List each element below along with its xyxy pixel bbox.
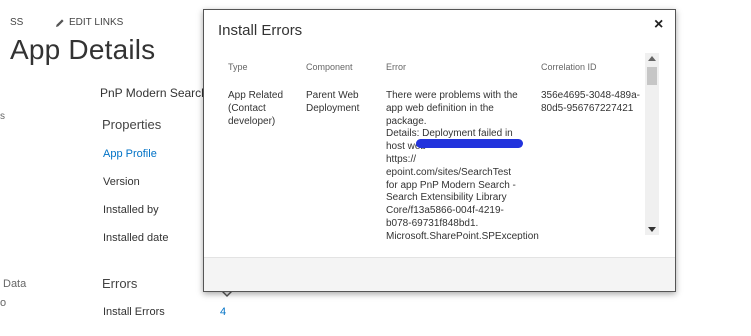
properties-heading: Properties <box>102 117 162 132</box>
error-line: app web definition in the <box>386 102 494 114</box>
error-line: package. <box>386 115 427 127</box>
column-header-correlation-id: Correlation ID <box>541 62 597 72</box>
type-line: App Related <box>228 90 284 101</box>
install-errors-dialog: Install Errors × Type Component Error Co… <box>203 9 676 292</box>
type-cell: App Related (Contact developer) <box>228 90 283 128</box>
scroll-up-arrow-icon[interactable] <box>648 56 656 61</box>
correlation-line: 80d5-956767227421 <box>541 102 634 114</box>
component-cell: Parent Web Deployment <box>306 90 359 116</box>
error-cell: There were problems with the app web def… <box>386 90 539 240</box>
left-nav-data: Data <box>3 278 27 290</box>
error-line: for app PnP Modern Search - <box>386 179 516 191</box>
correlation-id-cell: 356e4695-3048-489a- 80d5-956767227421 <box>541 90 640 116</box>
type-line: developer) <box>228 115 276 127</box>
redaction-scribble <box>416 139 523 148</box>
component-line: Deployment <box>306 102 360 114</box>
close-icon[interactable]: × <box>654 16 663 34</box>
column-header-error: Error <box>386 62 406 72</box>
error-line: b078-69731f848bd1. <box>386 217 479 229</box>
installed-date-label: Installed date <box>103 232 169 244</box>
scroll-down-arrow-icon[interactable] <box>648 227 656 232</box>
page-title: App Details <box>10 34 156 65</box>
edit-links-label: EDIT LINKS <box>69 17 124 28</box>
component-line: Parent Web <box>306 90 359 101</box>
error-line: epoint.com/sites/SearchTest <box>386 166 512 178</box>
column-header-component: Component <box>306 62 353 72</box>
error-line: Microsoft.SharePoint.SPException <box>386 230 539 240</box>
column-header-type: Type <box>228 62 248 72</box>
error-line: Core/f13a5866-004f-4219- <box>386 205 504 217</box>
correlation-line: 356e4695-3048-489a- <box>541 90 640 101</box>
dialog-footer <box>204 257 675 291</box>
edit-links-button[interactable]: EDIT LINKS <box>55 17 123 28</box>
dialog-title: Install Errors <box>218 22 303 39</box>
scroll-thumb[interactable] <box>647 67 657 85</box>
error-line: There were problems with the <box>386 90 518 101</box>
install-errors-label: Install Errors <box>103 306 165 318</box>
left-nav-fragment-o: o <box>0 297 7 309</box>
version-label: Version <box>103 176 140 188</box>
app-profile-link[interactable]: App Profile <box>103 148 157 160</box>
error-line: https:// <box>386 153 417 165</box>
installed-by-label: Installed by <box>103 204 159 216</box>
app-name: PnP Modern Search - <box>100 86 216 100</box>
nav-prefix: SS <box>10 17 24 28</box>
left-nav-fragment: s <box>0 111 5 122</box>
pencil-icon <box>56 18 64 27</box>
errors-heading: Errors <box>102 276 138 291</box>
type-line: (Contact <box>228 102 266 114</box>
vertical-scrollbar[interactable] <box>645 53 659 235</box>
error-table-body[interactable]: App Related (Contact developer) Parent W… <box>204 90 644 240</box>
error-line: Search Extensibility Library <box>386 192 507 204</box>
install-errors-count-link[interactable]: 4 <box>220 306 226 318</box>
